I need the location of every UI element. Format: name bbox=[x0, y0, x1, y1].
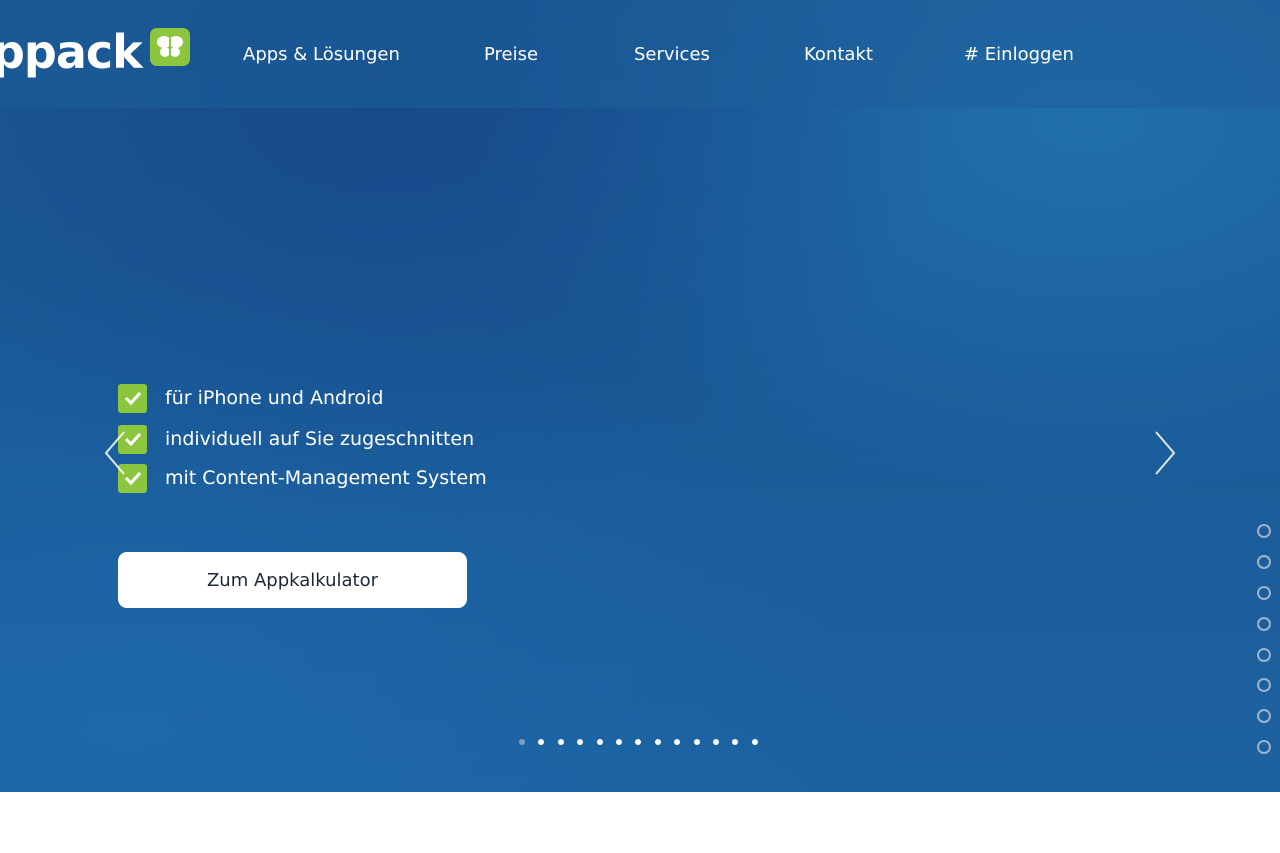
slide-dot[interactable] bbox=[577, 739, 584, 745]
slide-dot[interactable] bbox=[712, 739, 719, 745]
check-icon bbox=[118, 383, 147, 413]
appkalkulator-button[interactable]: Zum Appkalkulator bbox=[118, 552, 467, 608]
hero-slider: ppack Apps & Lösungen Preise Services Ko… bbox=[0, 0, 1280, 792]
chevron-left-icon[interactable] bbox=[100, 430, 130, 476]
section-nav-dot[interactable] bbox=[1257, 678, 1271, 693]
section-nav-dot[interactable] bbox=[1257, 740, 1271, 755]
slide-dot[interactable] bbox=[615, 739, 622, 745]
feature-item: für iPhone und Android bbox=[118, 382, 383, 414]
slide-dot[interactable] bbox=[732, 739, 739, 745]
feature-text: individuell auf Sie zugeschnitten bbox=[165, 428, 475, 450]
slide-dot[interactable] bbox=[519, 739, 525, 745]
slide-dot[interactable] bbox=[557, 739, 564, 745]
slide-dot[interactable] bbox=[538, 739, 545, 745]
slide-dot[interactable] bbox=[751, 739, 758, 745]
nav-preise[interactable]: Preise bbox=[484, 44, 538, 65]
slide-dot[interactable] bbox=[674, 739, 681, 745]
section-nav-dot[interactable] bbox=[1257, 647, 1271, 662]
section-nav-dot[interactable] bbox=[1257, 585, 1271, 600]
nav-einloggen[interactable]: # Einloggen bbox=[964, 44, 1074, 65]
slide-dot[interactable] bbox=[596, 739, 603, 745]
feature-item: individuell auf Sie zugeschnitten bbox=[118, 423, 474, 455]
nav-services[interactable]: Services bbox=[634, 44, 710, 65]
section-nav-dot[interactable] bbox=[1257, 524, 1271, 538]
feature-item: mit Content-Management System bbox=[118, 462, 487, 494]
slide-dot[interactable] bbox=[693, 739, 700, 745]
logo[interactable]: ppack bbox=[0, 22, 190, 82]
logo-text: ppack bbox=[0, 25, 143, 79]
section-nav bbox=[1257, 524, 1271, 755]
slide-pagination bbox=[519, 736, 758, 748]
nav-kontakt[interactable]: Kontakt bbox=[804, 44, 873, 65]
feature-text: mit Content-Management System bbox=[165, 467, 487, 489]
slide-dot[interactable] bbox=[654, 739, 661, 745]
section-nav-dot[interactable] bbox=[1257, 709, 1271, 724]
slide-dot[interactable] bbox=[635, 739, 642, 745]
butterfly-icon bbox=[149, 28, 190, 66]
site-header: ppack Apps & Lösungen Preise Services Ko… bbox=[0, 0, 1280, 108]
chevron-right-icon[interactable] bbox=[1150, 430, 1180, 476]
nav-apps-loesungen[interactable]: Apps & Lösungen bbox=[243, 44, 400, 65]
section-nav-dot[interactable] bbox=[1257, 554, 1271, 569]
feature-text: für iPhone und Android bbox=[165, 387, 384, 409]
section-nav-dot[interactable] bbox=[1257, 616, 1271, 631]
